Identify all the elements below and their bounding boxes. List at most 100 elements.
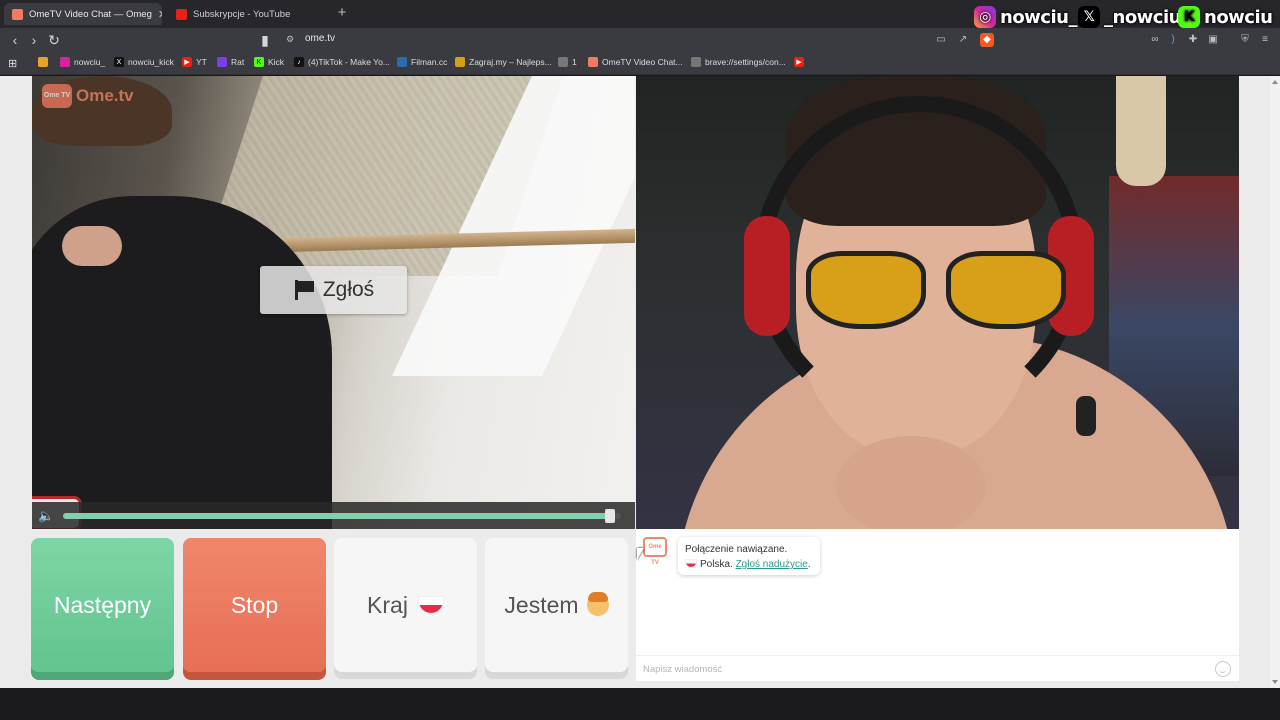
- sound-icon[interactable]: ): [1166, 33, 1180, 47]
- tab-ometv[interactable]: OmeTV Video Chat — Omeg ✕: [4, 3, 162, 25]
- boy-face-icon: [586, 592, 609, 616]
- url-text[interactable]: ome.tv: [305, 33, 335, 44]
- bookmark-label: (4)TikTok - Make Yo...: [308, 57, 390, 67]
- ometv-favicon-icon: [12, 8, 23, 20]
- next-button[interactable]: Następny: [31, 538, 174, 672]
- vpn-icon[interactable]: ⛨: [1238, 33, 1252, 47]
- bookmark-ometv[interactable]: OmeTV Video Chat...: [588, 57, 683, 67]
- stop-label: Stop: [230, 591, 279, 618]
- extension-icon[interactable]: ∞: [1148, 33, 1162, 47]
- reload-icon[interactable]: ↻: [45, 31, 63, 49]
- bookmark-zagraj[interactable]: Zagraj.my – Najleps...: [455, 57, 552, 67]
- sidebar-icon[interactable]: ▣: [1206, 33, 1220, 47]
- chat-panel: Ome TV Połączenie nawiązane. Polska. Zgł…: [636, 529, 1239, 681]
- chat-input[interactable]: Napisz wiadomość: [636, 655, 1239, 681]
- tab-youtube[interactable]: Subskrypcje - YouTube: [168, 3, 328, 25]
- emoji-icon[interactable]: [1215, 661, 1231, 677]
- bookmarks-bar: ⊞ nowciu_ Xnowciu_kick ▶ YT Rat K Kick ♪ (4…: [0, 52, 1280, 75]
- forward-icon[interactable]: ›: [25, 31, 43, 49]
- ometv-page: Ome TV Ome.tv Zgłoś 🔈 Następny Stop Kraj…: [0, 76, 1280, 688]
- country-text: Polska.: [700, 559, 733, 570]
- message-line2: Polska. Zgłoś nadużycie.: [685, 557, 813, 572]
- bookmark-1[interactable]: 1: [558, 57, 577, 67]
- country-label: Kraj: [367, 591, 408, 618]
- bookmark-label: OmeTV Video Chat...: [602, 57, 683, 67]
- gender-button[interactable]: Jestem: [485, 538, 628, 672]
- bookmark-filman[interactable]: Filman.cc: [397, 57, 447, 67]
- kick-handle: nowciu: [1204, 6, 1273, 28]
- share-icon[interactable]: ↗: [956, 33, 970, 47]
- bookmark-label: brave://settings/con...: [705, 57, 786, 67]
- volume-slider-handle[interactable]: [604, 509, 615, 523]
- bookmark-youtube[interactable]: ▶: [794, 57, 808, 67]
- brave-shield-icon[interactable]: ◆: [980, 33, 994, 47]
- close-tab-icon[interactable]: ✕: [152, 8, 162, 21]
- poland-flag-icon: [685, 559, 697, 568]
- new-tab-button[interactable]: +: [334, 4, 350, 22]
- report-abuse-link[interactable]: Zgłoś nadużycie: [736, 559, 808, 570]
- bookmark-label: YT: [196, 57, 207, 67]
- site-settings-icon[interactable]: ⚙: [286, 34, 294, 45]
- volume-control: 🔈: [32, 502, 635, 529]
- taskbar-strip: [0, 688, 1280, 720]
- microphone-image: [1076, 396, 1096, 436]
- apps-icon[interactable]: ⊞: [8, 57, 17, 70]
- speaker-icon[interactable]: 🔈: [38, 508, 58, 524]
- flag-icon: [293, 280, 315, 300]
- stop-button[interactable]: Stop: [183, 538, 326, 672]
- ometv-logo-icon: Ome TV: [42, 84, 72, 108]
- x-icon: 𝕏: [1078, 6, 1100, 28]
- back-icon[interactable]: ‹: [6, 31, 24, 49]
- page-scrollbar[interactable]: [1270, 76, 1280, 688]
- youtube-icon: ▶: [794, 57, 804, 67]
- volume-slider[interactable]: [63, 509, 621, 523]
- hand-image: [836, 436, 986, 529]
- kick-overlay: K nowciu: [1178, 6, 1273, 28]
- scroll-down-icon[interactable]: [1272, 680, 1278, 684]
- globe-icon: [691, 57, 701, 67]
- instagram-icon: ◎: [974, 6, 996, 28]
- poland-flag-icon: [417, 596, 444, 614]
- youtube-icon: ▶: [182, 57, 192, 67]
- bookmark-label: nowciu_kick: [128, 57, 174, 67]
- bookmark-kick[interactable]: K Kick: [254, 57, 284, 67]
- x-icon: X: [114, 57, 124, 67]
- video-background: [1116, 76, 1166, 186]
- bookmark-yt[interactable]: ▶ YT: [182, 57, 207, 67]
- cast-icon[interactable]: ▭: [934, 33, 948, 47]
- bookmark-icon[interactable]: ▮: [256, 31, 274, 49]
- report-button[interactable]: Zgłoś: [260, 266, 407, 314]
- bookmark-instagram[interactable]: nowciu_: [60, 57, 105, 67]
- ometv-logo: Ome TV Ome.tv: [42, 84, 134, 108]
- instagram-overlay: ◎ nowciu_: [974, 6, 1077, 28]
- gender-label: Jestem: [504, 591, 579, 618]
- bookmark-folder-icon[interactable]: [38, 57, 52, 67]
- message-text: Połączenie nawiązane.: [685, 544, 788, 555]
- bookmark-tiktok[interactable]: ♪ (4)TikTok - Make Yo...: [294, 57, 390, 67]
- menu-icon[interactable]: ≡: [1258, 33, 1272, 47]
- country-button[interactable]: Kraj: [334, 538, 477, 672]
- instagram-icon: [60, 57, 70, 67]
- tab-bar: OmeTV Video Chat — Omeg ✕ Subskrypcje - …: [0, 0, 1280, 28]
- address-bar[interactable]: [276, 30, 1006, 50]
- bookmark-x[interactable]: Xnowciu_kick: [114, 57, 174, 67]
- navigation-bar: ‹ › ↻ ▮ ⚙ ome.tv ▭ ↗ ◆ ∞ ) ✚ ▣ ⛨ ≡: [0, 28, 1280, 52]
- youtube-favicon-icon: [176, 8, 187, 20]
- x-handle: _nowciu: [1104, 6, 1181, 28]
- bookmark-rat[interactable]: Rat: [217, 57, 244, 67]
- next-label: Następny: [53, 591, 152, 618]
- bookmark-label: nowciu_: [74, 57, 106, 67]
- headset-cup-image: [744, 216, 790, 336]
- puzzle-icon[interactable]: ✚: [1186, 33, 1200, 47]
- bookmark-label: Filman.cc: [411, 57, 448, 67]
- bookmark-label: 1: [572, 57, 577, 67]
- bookmark-brave-settings[interactable]: brave://settings/con...: [691, 57, 786, 67]
- tiktok-icon: ♪: [294, 57, 304, 67]
- bookmark-label: Zagraj.my – Najleps...: [469, 57, 552, 67]
- scroll-up-icon[interactable]: [1272, 80, 1278, 84]
- twitch-icon: [217, 57, 227, 67]
- system-message: Połączenie nawiązane. Polska. Zgłoś nadu…: [678, 537, 820, 575]
- bookmark-label: Kick: [268, 57, 285, 67]
- message-punctuation: .: [807, 559, 811, 570]
- zagraj-icon: [455, 57, 465, 67]
